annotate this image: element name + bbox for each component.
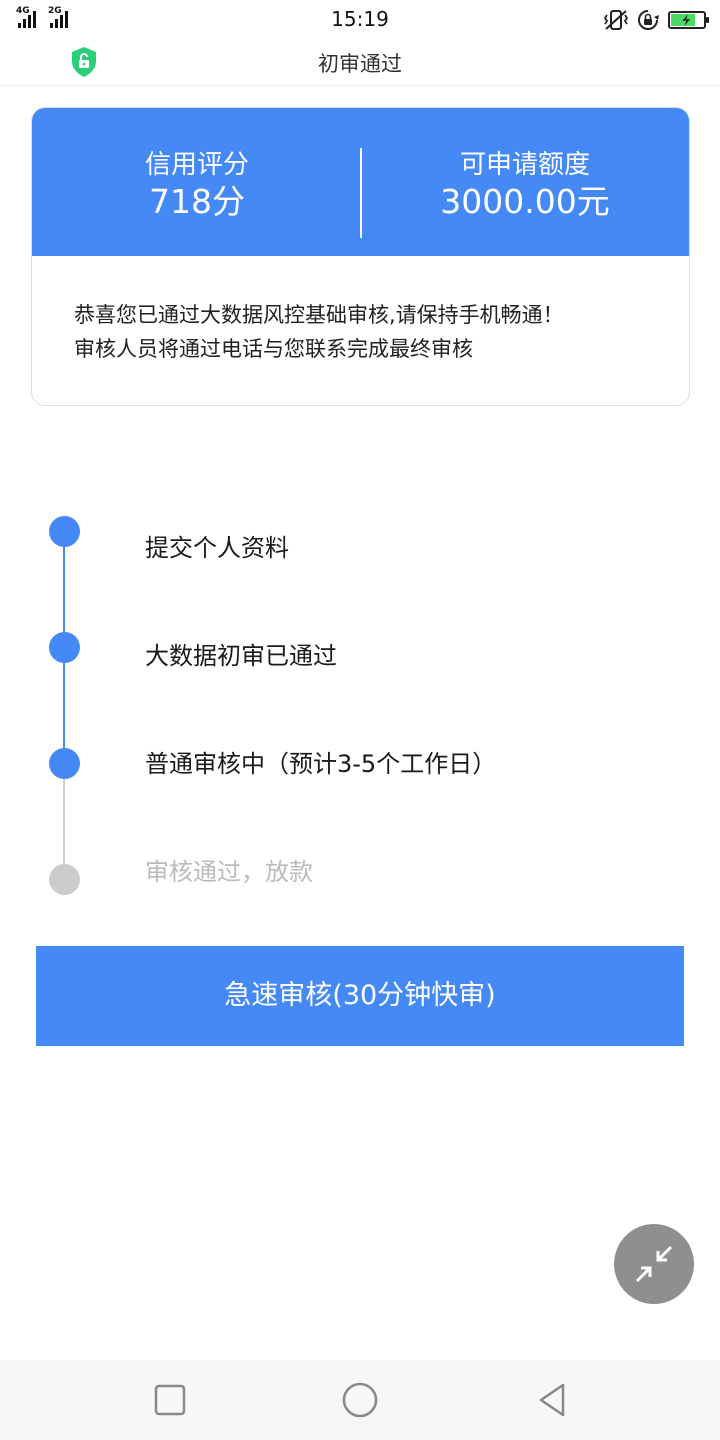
status-bar: 4G 2G 15:19 [0,0,720,38]
collapse-fab[interactable] [614,1224,694,1304]
credit-quota-block: 可申请额度 3000.00元 [360,148,689,222]
vibrate-icon [604,10,628,30]
system-nav-bar [0,1360,720,1440]
credit-score-value: 718分 [149,182,245,221]
timeline-step-label: 普通审核中（预计3-5个工作日） [145,750,497,778]
recent-apps-icon[interactable] [148,1378,192,1422]
status-icons [604,8,709,32]
credit-quota-value: 3000.00元 [440,182,610,221]
credit-score-label: 信用评分 [144,150,249,180]
approval-message-line-2: 审核人员将通过电话与您联系完成最终审核 [74,337,473,361]
approval-message-line-1: 恭喜您已通过大数据风控基础审核,请保持手机畅通！ [74,303,564,327]
timeline-step-label: 审核通过，放款 [145,858,313,886]
timeline-connector [63,532,65,648]
timeline-connector [63,764,65,880]
approval-message: 恭喜您已通过大数据风控基础审核,请保持手机畅通！ 审核人员将通过电话与您联系完成… [74,298,664,366]
title-bar: 初审通过 [0,38,720,86]
minimize-arrows-icon [635,1245,673,1283]
credit-quota-label: 可申请额度 [459,150,590,180]
battery-charging-icon [668,11,709,29]
timeline-dot [49,516,80,547]
timeline-dot [49,864,80,895]
timeline-step-label: 大数据初审已通过 [145,642,337,670]
credit-summary-card: 信用评分 718分 可申请额度 3000.00元 恭喜您已通过大数据风控基础审核… [31,107,690,406]
home-icon[interactable] [338,1378,382,1422]
fast-review-button[interactable]: 急速审核(30分钟快审) [36,946,684,1046]
credit-score-block: 信用评分 718分 [32,148,362,222]
timeline-connector [63,648,65,764]
rotation-lock-icon [638,10,659,30]
progress-timeline: 提交个人资料 大数据初审已通过 普通审核中（预计3-5个工作日） 审核通过，放款 [0,500,720,900]
page-title: 初审通过 [318,52,402,76]
credit-summary-header: 信用评分 718分 可申请额度 3000.00元 [32,108,689,256]
timeline-dot [49,748,80,779]
back-icon[interactable] [530,1378,574,1422]
timeline-dot [49,632,80,663]
timeline-step-label: 提交个人资料 [145,534,289,562]
